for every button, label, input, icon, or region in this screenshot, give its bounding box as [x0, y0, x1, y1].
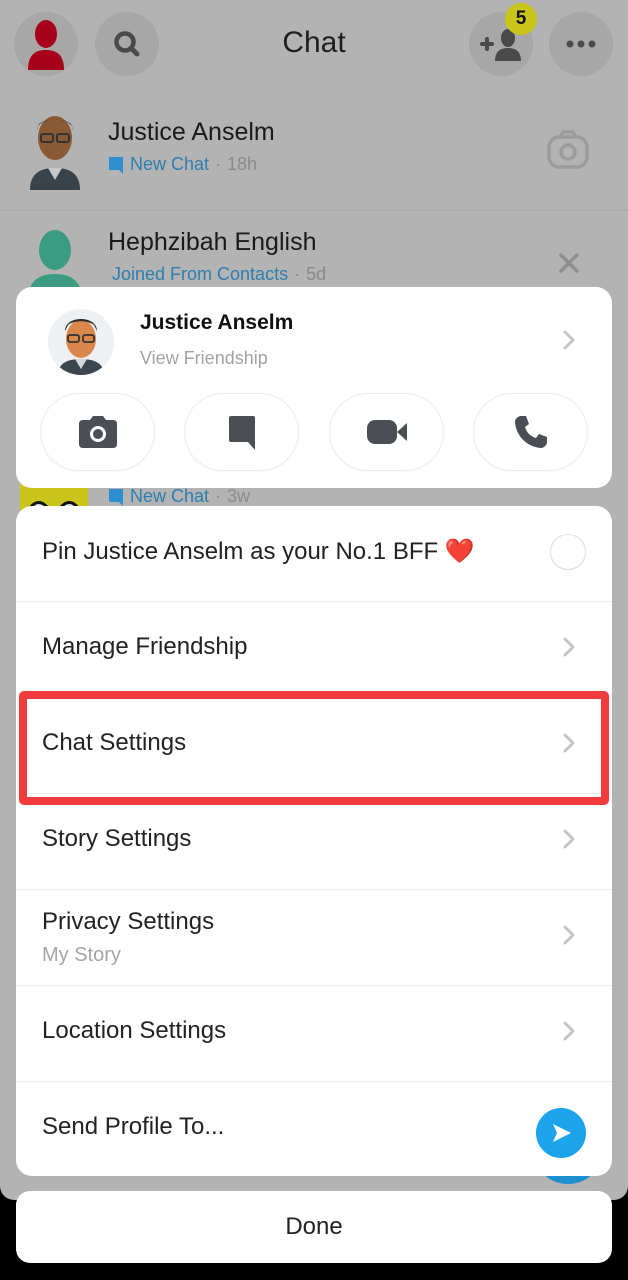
profile-name: Justice Anselm — [140, 311, 294, 334]
chevron-right-icon — [563, 829, 575, 849]
chevron-right-icon — [563, 925, 575, 945]
menu-item-label: Chat Settings — [42, 729, 187, 756]
menu-item-manage-friendship[interactable]: Manage Friendship — [16, 602, 612, 698]
chat-action-button[interactable] — [185, 394, 298, 470]
menu-item-chat-settings[interactable]: Chat Settings — [16, 698, 612, 794]
menu-item-label: Story Settings — [42, 825, 192, 852]
chat-time: 18h — [227, 154, 258, 174]
friend-requests-badge: 5 — [505, 3, 537, 35]
done-button[interactable]: Done — [16, 1191, 612, 1263]
options-menu: Pin Justice Anselm as your No.1 BFF ❤️ M… — [16, 506, 612, 1176]
menu-item-pin-bff[interactable]: Pin Justice Anselm as your No.1 BFF ❤️ — [16, 506, 612, 602]
close-icon — [559, 253, 579, 273]
chat-time: 3w — [227, 486, 251, 506]
chat-time: 5d — [306, 264, 327, 284]
profile-chevron[interactable] — [562, 329, 576, 356]
chevron-right-icon — [563, 637, 575, 657]
menu-item-label: Pin Justice Anselm as your No.1 BFF ❤️ — [42, 538, 475, 565]
menu-item-privacy-settings[interactable]: Privacy Settings My Story — [16, 890, 612, 986]
menu-item-label: Send Profile To... — [42, 1113, 225, 1140]
pin-bff-radio[interactable] — [550, 534, 586, 570]
chat-status: New Chat — [130, 486, 210, 506]
chat-bubble-icon — [109, 488, 123, 506]
chat-contact-name: Hephzibah English — [108, 228, 317, 256]
menu-item-send-profile[interactable]: Send Profile To... — [16, 1082, 612, 1176]
menu-item-location-settings[interactable]: Location Settings — [16, 986, 612, 1082]
send-arrow-icon — [553, 1124, 571, 1142]
video-camera-icon — [366, 420, 407, 444]
chat-status: Joined From Contacts — [112, 264, 289, 284]
more-button[interactable] — [549, 12, 613, 76]
profile-avatar[interactable] — [48, 309, 114, 375]
chevron-right-icon — [563, 330, 575, 350]
camera-action-button[interactable] — [41, 394, 154, 470]
page-title: Chat — [282, 26, 346, 59]
camera-icon — [78, 416, 117, 448]
menu-item-sublabel: My Story — [42, 944, 121, 966]
video-call-button[interactable] — [330, 394, 443, 470]
top-bar: Chat 5 — [0, 0, 628, 92]
chevron-right-icon — [563, 1021, 575, 1041]
chat-status: New Chat — [130, 154, 210, 174]
bitmoji-avatar — [24, 110, 86, 190]
reply-camera-button[interactable] — [546, 130, 590, 175]
camera-icon — [547, 130, 589, 169]
menu-item-label: Privacy Settings — [42, 908, 215, 935]
chat-contact-name: Justice Anselm — [108, 118, 275, 146]
menu-item-story-settings[interactable]: Story Settings — [16, 794, 612, 890]
dismiss-button[interactable] — [558, 252, 580, 279]
voice-call-button[interactable] — [474, 394, 587, 470]
menu-item-label: Location Settings — [42, 1017, 227, 1044]
chat-bubble-icon — [109, 156, 123, 174]
phone-icon — [514, 416, 547, 448]
profile-card: Justice Anselm View Friendship — [16, 287, 612, 488]
chevron-right-icon — [563, 733, 575, 753]
chat-list-item[interactable]: Justice Anselm New Chat · 18h — [0, 100, 628, 210]
send-profile-button[interactable] — [536, 1108, 586, 1158]
more-icon — [566, 40, 596, 48]
chat-bubble-icon — [228, 416, 255, 450]
menu-item-label: Manage Friendship — [42, 633, 248, 660]
view-friendship-link[interactable]: View Friendship — [140, 348, 268, 369]
